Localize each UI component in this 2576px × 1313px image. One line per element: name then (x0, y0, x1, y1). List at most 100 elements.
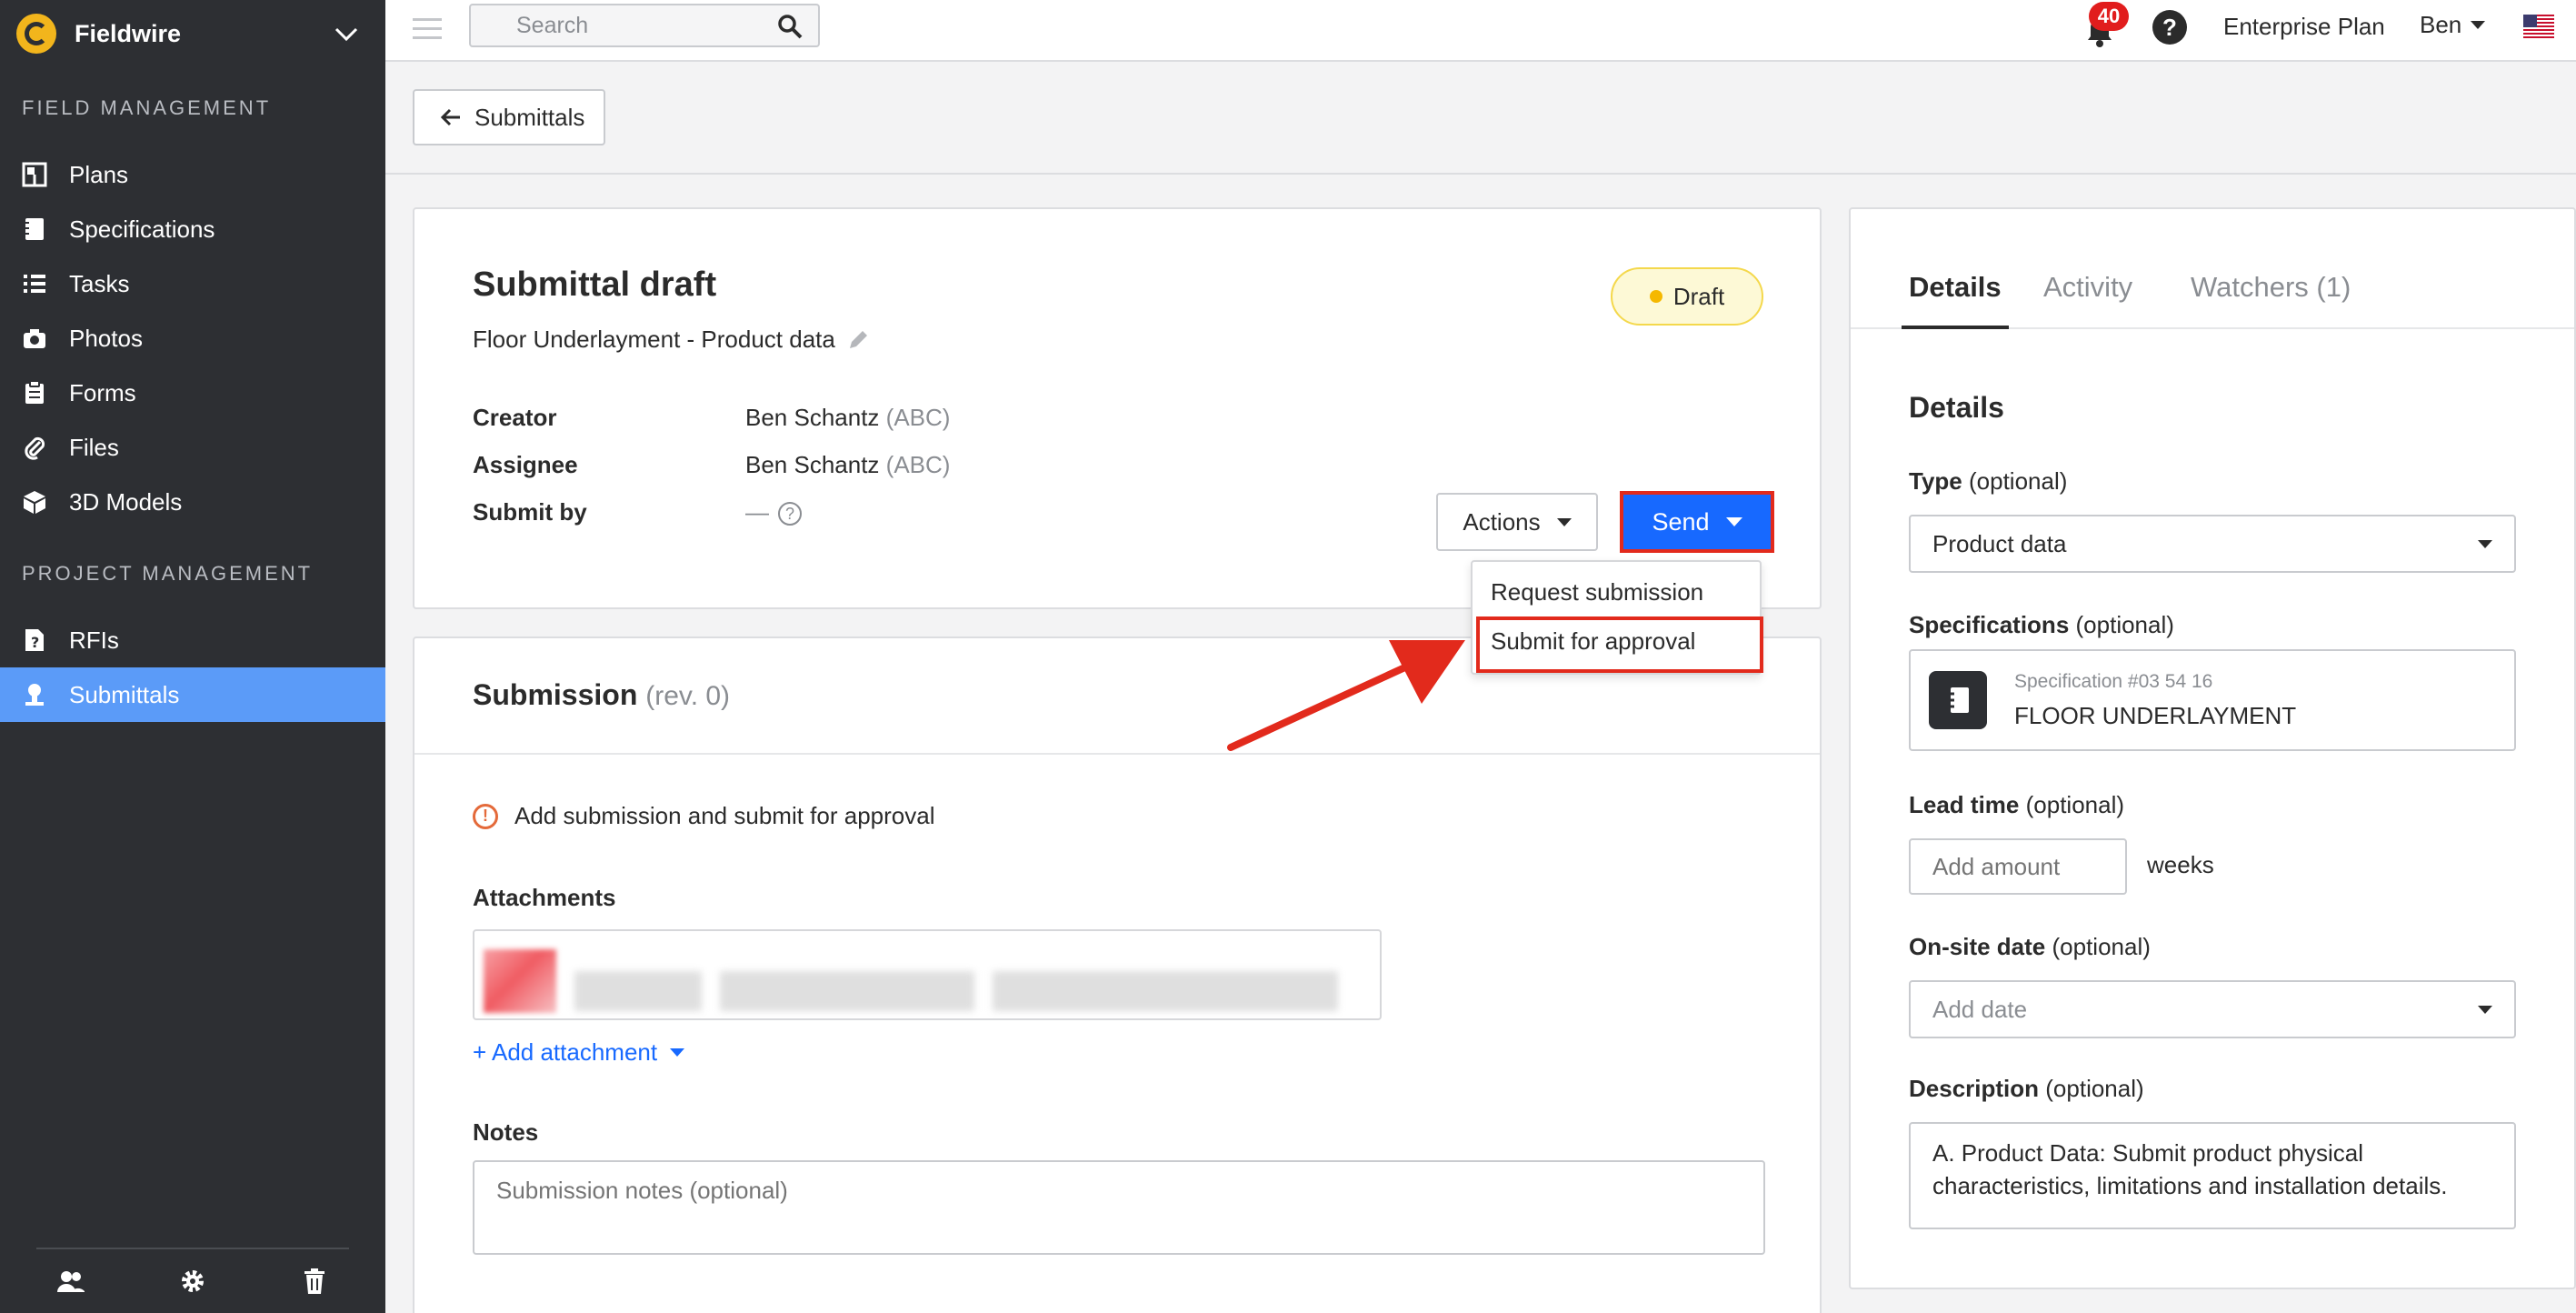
users-icon[interactable] (55, 1265, 87, 1298)
sidebar-item-files[interactable]: Files (0, 420, 385, 475)
blurred-filename (993, 971, 1338, 1011)
onsite-label-text: On-site date (1909, 933, 2046, 960)
chevron-down-icon[interactable] (333, 20, 360, 47)
actions-button[interactable]: Actions (1436, 493, 1598, 551)
sidebar-item-label: 3D Models (69, 487, 183, 516)
user-name: Ben (2420, 11, 2462, 38)
page-divider (385, 173, 2576, 175)
trash-icon[interactable] (298, 1265, 331, 1298)
onsite-date-label: On-site date (optional) (1909, 933, 2151, 961)
blurred-filename (720, 971, 974, 1011)
specifications-label: Specifications (optional) (1909, 611, 2174, 639)
plans-icon (20, 160, 49, 189)
back-to-submittals-button[interactable]: Submittals (413, 89, 605, 145)
optional-text: (optional) (2045, 1075, 2144, 1102)
specification-selector[interactable]: Specification #03 54 16 FLOOR UNDERLAYME… (1909, 649, 2516, 751)
user-menu[interactable]: Ben (2420, 11, 2486, 39)
caret-down-icon (2478, 539, 2492, 548)
send-button[interactable]: Send (1620, 491, 1774, 553)
menu-item-request-submission[interactable]: Request submission (1491, 578, 1703, 606)
section-label-field-management: FIELD MANAGEMENT (22, 96, 272, 119)
tab-details[interactable]: Details (1909, 271, 2002, 304)
details-panel: Details Activity Watchers (1) Details Ty… (1849, 207, 2576, 1289)
sidebar-item-label: Plans (69, 160, 129, 188)
sidebar-item-label: Files (69, 433, 119, 461)
tasks-icon (20, 269, 49, 298)
type-label: Type (optional) (1909, 467, 2067, 496)
submittals-icon (20, 680, 49, 709)
back-button-label: Submittals (474, 103, 585, 131)
lead-time-input[interactable] (1909, 838, 2127, 895)
add-attachment-button[interactable]: + Add attachment (473, 1038, 685, 1067)
description-label: Description (optional) (1909, 1075, 2144, 1103)
lead-time-label: Lead time (optional) (1909, 791, 2124, 819)
sidebar-item-plans[interactable]: Plans (0, 147, 385, 202)
arrow-left-icon (440, 108, 460, 126)
caret-down-icon (670, 1048, 685, 1057)
rfi-icon: ? (20, 626, 49, 655)
attachment-item[interactable] (473, 929, 1382, 1020)
search-icon[interactable] (776, 13, 804, 40)
sidebar-item-tasks[interactable]: Tasks (0, 256, 385, 311)
optional-text: (optional) (2075, 611, 2174, 638)
tab-watchers[interactable]: Watchers (1) (2191, 271, 2351, 304)
search-placeholder: Search (516, 12, 589, 38)
details-title: Details (1909, 391, 2004, 424)
status-badge: Draft (1611, 267, 1763, 326)
submit-by-label: Submit by (473, 498, 587, 526)
caret-down-icon (1556, 517, 1572, 526)
caret-down-icon (2471, 21, 2486, 29)
optional-text: (optional) (1969, 467, 2068, 495)
type-select[interactable]: Product data (1909, 515, 2516, 573)
plan-link[interactable]: Enterprise Plan (2223, 13, 2385, 41)
description-field[interactable]: A. Product Data: Submit product physical… (1909, 1122, 2516, 1229)
submittal-name: Floor Underlayment - Product data (473, 326, 835, 353)
sidebar-item-photos[interactable]: Photos (0, 311, 385, 366)
menu-icon[interactable] (413, 16, 442, 42)
help-circle-icon[interactable]: ? (778, 502, 802, 526)
pencil-icon[interactable] (846, 328, 870, 352)
caret-down-icon (2478, 1005, 2492, 1014)
blurred-filename (574, 971, 702, 1011)
spec-name: FLOOR UNDERLAYMENT (2014, 702, 2297, 729)
gear-icon[interactable] (176, 1265, 209, 1298)
assignee-label: Assignee (473, 451, 578, 478)
type-label-text: Type (1909, 467, 1962, 495)
camera-icon (20, 324, 49, 353)
cube-icon (20, 487, 49, 516)
highlight-box (1476, 616, 1763, 673)
submit-by-date: — (745, 498, 769, 526)
status-dot (1649, 290, 1662, 303)
caret-down-icon (1725, 517, 1742, 526)
project-switcher[interactable]: Fieldwire (16, 9, 369, 58)
attachment-thumbnail (484, 949, 556, 1013)
specifications-icon (1929, 671, 1987, 729)
onsite-date-picker[interactable]: Add date (1909, 980, 2516, 1038)
optional-text: (optional) (2052, 933, 2151, 960)
us-flag-icon[interactable] (2523, 15, 2554, 38)
sidebar: Fieldwire FIELD MANAGEMENT Plans Specifi… (0, 0, 385, 1313)
sidebar-item-label: Forms (69, 378, 136, 406)
help-icon[interactable]: ? (2152, 10, 2187, 45)
attachments-label: Attachments (473, 884, 616, 911)
tab-activity[interactable]: Activity (2043, 271, 2132, 304)
submittal-subtitle: Floor Underlayment - Product data (473, 326, 870, 354)
sidebar-item-specifications[interactable]: Specifications (0, 202, 385, 256)
sidebar-item-submittals[interactable]: Submittals (0, 667, 385, 722)
search-box[interactable]: Search (469, 4, 820, 47)
sidebar-item-label: Tasks (69, 269, 130, 297)
specifications-icon (20, 215, 49, 244)
sidebar-item-label: Specifications (69, 215, 215, 243)
section-label-project-management: PROJECT MANAGEMENT (22, 562, 314, 585)
sidebar-item-forms[interactable]: Forms (0, 366, 385, 420)
paperclip-icon (20, 433, 49, 462)
submission-revision: (rev. 0) (645, 681, 731, 711)
forms-icon (20, 378, 49, 407)
send-dropdown-menu: Request submission Submit for approval (1471, 560, 1763, 675)
spec-label-text: Specifications (1909, 611, 2070, 638)
sidebar-item-rfis[interactable]: ? RFIs (0, 613, 385, 667)
onsite-placeholder: Add date (1932, 995, 2028, 1023)
submission-notes-input[interactable] (473, 1160, 1765, 1255)
sidebar-item-3d-models[interactable]: 3D Models (0, 475, 385, 529)
submission-title: Submission (rev. 0) (473, 678, 730, 712)
